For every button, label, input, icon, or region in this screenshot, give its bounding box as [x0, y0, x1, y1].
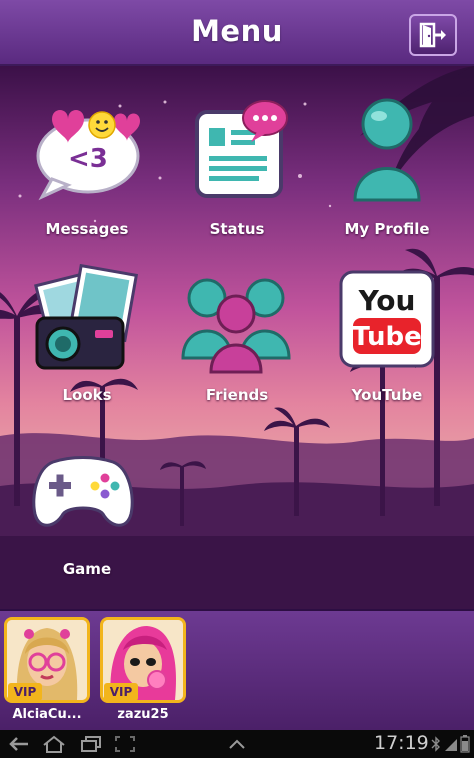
menu-item-messages[interactable]: <3 Messages [17, 96, 157, 246]
menu-item-my-profile[interactable]: My Profile [317, 96, 457, 246]
status-clock: 17:19 [374, 732, 429, 754]
home-icon [43, 735, 65, 753]
vip-badge: VIP [104, 683, 138, 701]
exit-button[interactable] [409, 14, 457, 56]
youtube-icon: You Tube [339, 270, 435, 368]
gamepad-icon [32, 456, 134, 527]
svg-text:You: You [358, 284, 416, 317]
signal-status [444, 734, 458, 754]
recent-apps-button[interactable] [78, 734, 104, 754]
screenshot-icon [115, 736, 135, 752]
back-button[interactable] [6, 734, 32, 754]
menu-item-looks[interactable]: Looks [17, 262, 157, 412]
friends-group-icon [181, 278, 291, 374]
friend-name: AlciaCu... [12, 707, 82, 722]
back-arrow-icon [9, 737, 28, 751]
menu-label-my-profile: My Profile [344, 220, 430, 238]
menu-label-youtube: YouTube [351, 386, 423, 404]
menu-item-youtube[interactable]: You Tube YouTube [317, 262, 457, 412]
svg-text:<3: <3 [68, 144, 108, 174]
vip-badge: VIP [8, 683, 42, 701]
bluetooth-status [430, 734, 442, 754]
camera-photos-icon [34, 264, 139, 370]
chevron-up-icon [229, 739, 245, 749]
menu-item-status[interactable]: Status [167, 96, 307, 246]
battery-status [459, 734, 471, 754]
messages-bubble-icon: <3 [36, 110, 140, 201]
menu-label-status: Status [209, 220, 265, 238]
menu-label-messages: Messages [45, 220, 129, 238]
header-bar: Menu [0, 0, 474, 66]
page-title: Menu [191, 14, 283, 48]
friend-name: zazu25 [117, 707, 169, 722]
system-nav-bar: 17:19 [0, 730, 474, 758]
svg-text:Tube: Tube [352, 322, 422, 352]
menu-background: <3 Messages Status My Profile Looks Frie… [0, 66, 474, 609]
expand-panel-button[interactable] [224, 734, 250, 754]
home-button[interactable] [40, 734, 68, 754]
profile-person-icon [353, 98, 421, 202]
online-friends-bar: VIP AlciaCu... VIP zazu25 [0, 609, 474, 730]
battery-icon [460, 735, 470, 753]
menu-item-friends[interactable]: Friends [167, 262, 307, 412]
signal-icon [445, 739, 457, 751]
bluetooth-icon [431, 736, 440, 752]
exit-door-icon [419, 22, 446, 48]
screenshot-button[interactable] [112, 734, 138, 754]
menu-item-game[interactable]: Game [17, 446, 157, 586]
menu-label-friends: Friends [205, 386, 269, 404]
recent-apps-icon [81, 736, 101, 752]
status-document-icon [195, 100, 288, 198]
menu-label-game: Game [62, 560, 112, 578]
menu-label-looks: Looks [62, 386, 112, 404]
